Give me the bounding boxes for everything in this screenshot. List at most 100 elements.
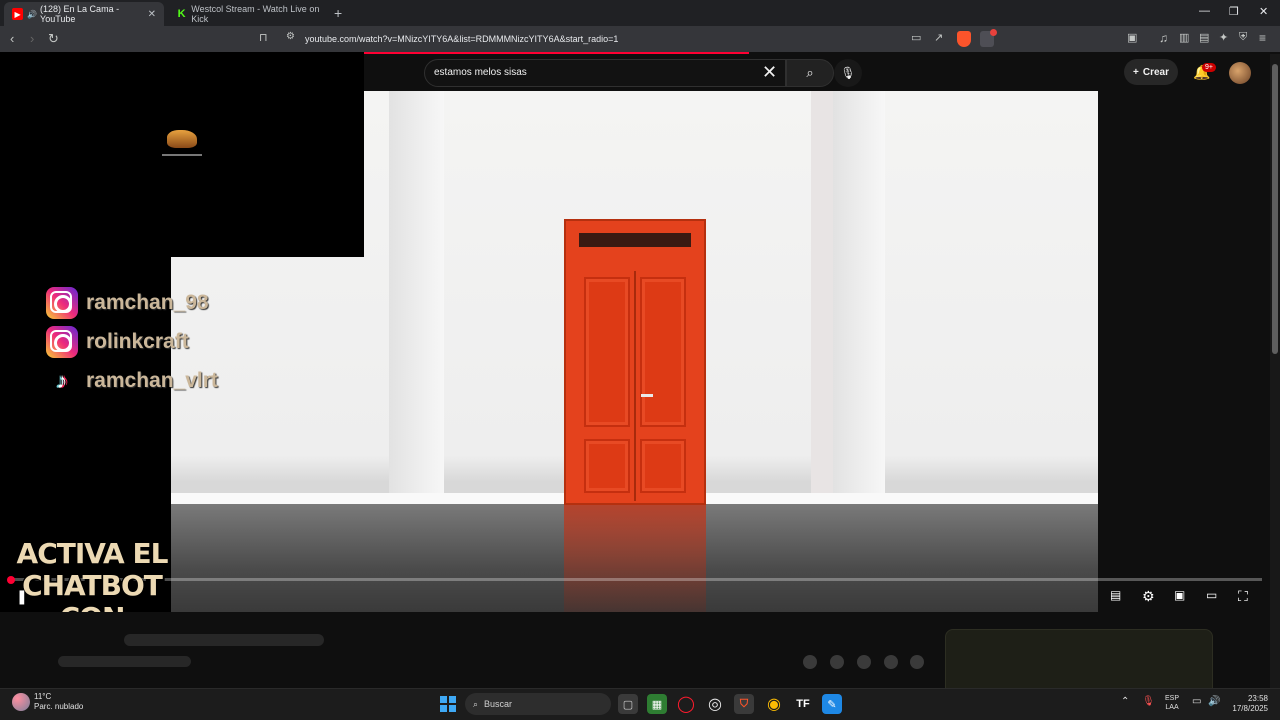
cast-icon[interactable]: ▭: [911, 31, 921, 44]
action-skeleton: [803, 655, 817, 669]
taskbar-clock[interactable]: 23:58 17/8/2025: [1226, 694, 1268, 714]
menu-icon[interactable]: ≡: [1259, 31, 1266, 45]
streamer-cam-overlay: [0, 52, 364, 257]
miniplayer-icon[interactable]: ▣: [1174, 588, 1185, 602]
scrollbar-thumb[interactable]: [1272, 64, 1278, 354]
action-skeleton: [830, 655, 844, 669]
wall-pillar: [833, 91, 885, 509]
forward-icon[interactable]: ›: [30, 31, 34, 46]
paint-icon[interactable]: ✎: [822, 694, 842, 714]
create-button[interactable]: + Crear: [1124, 59, 1178, 85]
tiger-logo-icon: [167, 130, 197, 148]
chatbot-line: ACTIVA EL: [16, 537, 169, 570]
search-icon: ⌕: [473, 698, 479, 709]
youtube-icon: ▶: [12, 8, 24, 20]
progress-scrubber[interactable]: [7, 576, 15, 584]
vpn-icon[interactable]: ⛨: [1239, 31, 1247, 44]
minimize-icon[interactable]: —: [1199, 5, 1210, 17]
taskbar-search[interactable]: ⌕ Buscar: [465, 693, 611, 715]
brave-rewards-icon[interactable]: [980, 29, 997, 47]
brave-shield-icon[interactable]: [957, 31, 971, 47]
settings-gear-icon[interactable]: ⚙: [1142, 588, 1155, 605]
door-panel: [584, 439, 630, 493]
door-split: [634, 271, 636, 501]
plus-icon: +: [1133, 66, 1139, 78]
title-skeleton: [124, 634, 324, 646]
wallet-icon[interactable]: ▤: [1199, 31, 1209, 44]
volume-icon[interactable]: 🔊: [1208, 696, 1220, 707]
brave-icon[interactable]: ⛉: [734, 694, 754, 714]
tf-icon[interactable]: TF: [793, 694, 813, 714]
reload-icon[interactable]: ↻: [48, 31, 59, 47]
wall-pillar: [811, 91, 833, 509]
wall-pillar: [389, 91, 444, 509]
video-progress-bar[interactable]: [10, 578, 1262, 581]
clear-search-icon[interactable]: ✕: [762, 62, 777, 83]
social-handle: ramchan_98: [86, 291, 209, 314]
social-handle: ramchan_vlrt: [86, 369, 218, 392]
new-tab-icon[interactable]: +: [334, 5, 342, 21]
tab-kick[interactable]: K Westcol Stream - Watch Live on Kick: [168, 2, 338, 26]
door-handle: [641, 394, 653, 397]
door-panel: [640, 277, 686, 427]
language-indicator[interactable]: ESP LAA: [1165, 694, 1179, 712]
weather-widget[interactable]: 11°C Parc. nublado: [12, 692, 83, 712]
search-button[interactable]: ⌕: [786, 59, 834, 87]
door-transom: [579, 233, 691, 247]
action-skeleton: [857, 655, 871, 669]
app-icon[interactable]: ◎: [705, 694, 725, 714]
action-skeleton: [884, 655, 898, 669]
social-handle: rolinkcraft: [86, 330, 189, 353]
windows-start-icon[interactable]: [440, 696, 456, 712]
instagram-icon: [46, 287, 78, 319]
social-instagram-1: ramchan_98: [46, 287, 209, 319]
share-icon[interactable]: ↗: [934, 31, 943, 44]
taskbar-search-label: Buscar: [484, 699, 513, 709]
create-label: Crear: [1142, 66, 1169, 78]
task-view-icon[interactable]: ▢: [618, 694, 638, 714]
weather-desc: Parc. nublado: [34, 702, 84, 711]
subtitles-icon[interactable]: ▤: [1110, 588, 1121, 602]
search-icon: ⌕: [806, 65, 814, 80]
tab-title: (128) En La Cama - YouTube: [40, 4, 120, 24]
leo-icon[interactable]: ✦: [1219, 31, 1228, 44]
social-instagram-2: rolinkcraft: [46, 326, 189, 358]
weather-cloud-icon: [12, 693, 30, 711]
back-icon[interactable]: ‹: [10, 31, 14, 46]
screen: ▶ 🔊 (128) En La Cama - YouTube ✕ K Westc…: [0, 0, 1280, 720]
close-tab-icon[interactable]: ✕: [148, 9, 156, 20]
voice-search-button[interactable]: 🎙: [834, 59, 862, 87]
tray-chevron-icon[interactable]: ⌃: [1121, 696, 1129, 707]
playlist-panel-skeleton: [945, 629, 1213, 691]
tab-youtube[interactable]: ▶ 🔊 (128) En La Cama - YouTube ✕: [4, 2, 164, 26]
door-reflection: [564, 505, 706, 612]
action-skeleton: [910, 655, 924, 669]
theater-mode-icon[interactable]: ▭: [1206, 588, 1217, 602]
microphone-tray-icon[interactable]: 🎙: [1142, 696, 1155, 707]
speaker-icon[interactable]: 🔊: [27, 10, 37, 19]
door-panel: [584, 277, 630, 427]
minecraft-icon[interactable]: ▦: [647, 694, 667, 714]
chrome-icon[interactable]: ◉: [764, 694, 784, 714]
url-bar[interactable]: youtube.com/watch?v=MNizcYITY6A&list=RDM…: [305, 34, 618, 44]
chatbot-line: CHATBOT: [22, 569, 163, 602]
bookmark-icon[interactable]: ⊓: [259, 31, 268, 44]
notifications-badge: 9+: [1202, 63, 1216, 72]
account-avatar[interactable]: [1229, 62, 1251, 84]
fullscreen-icon[interactable]: ⛶: [1238, 588, 1248, 605]
tab-search-icon[interactable]: ▣: [1127, 31, 1137, 44]
network-icon[interactable]: ▭: [1192, 696, 1201, 707]
clock-date: 17/8/2025: [1232, 704, 1268, 713]
media-icon[interactable]: ♫: [1159, 31, 1168, 45]
windows-taskbar: [0, 688, 1280, 720]
microphone-icon: 🎙: [840, 66, 856, 80]
restore-icon[interactable]: ❐: [1229, 5, 1239, 18]
search-input-value: estamos melos sisas: [434, 67, 527, 78]
door-panel: [640, 439, 686, 493]
lang-layout: LAA: [1165, 704, 1179, 711]
kick-icon: K: [177, 8, 186, 20]
site-info-icon[interactable]: ⚙: [286, 31, 295, 42]
opera-icon[interactable]: ◯: [676, 694, 696, 714]
close-window-icon[interactable]: ✕: [1259, 5, 1268, 18]
sidebar-icon[interactable]: ▥: [1179, 31, 1189, 44]
